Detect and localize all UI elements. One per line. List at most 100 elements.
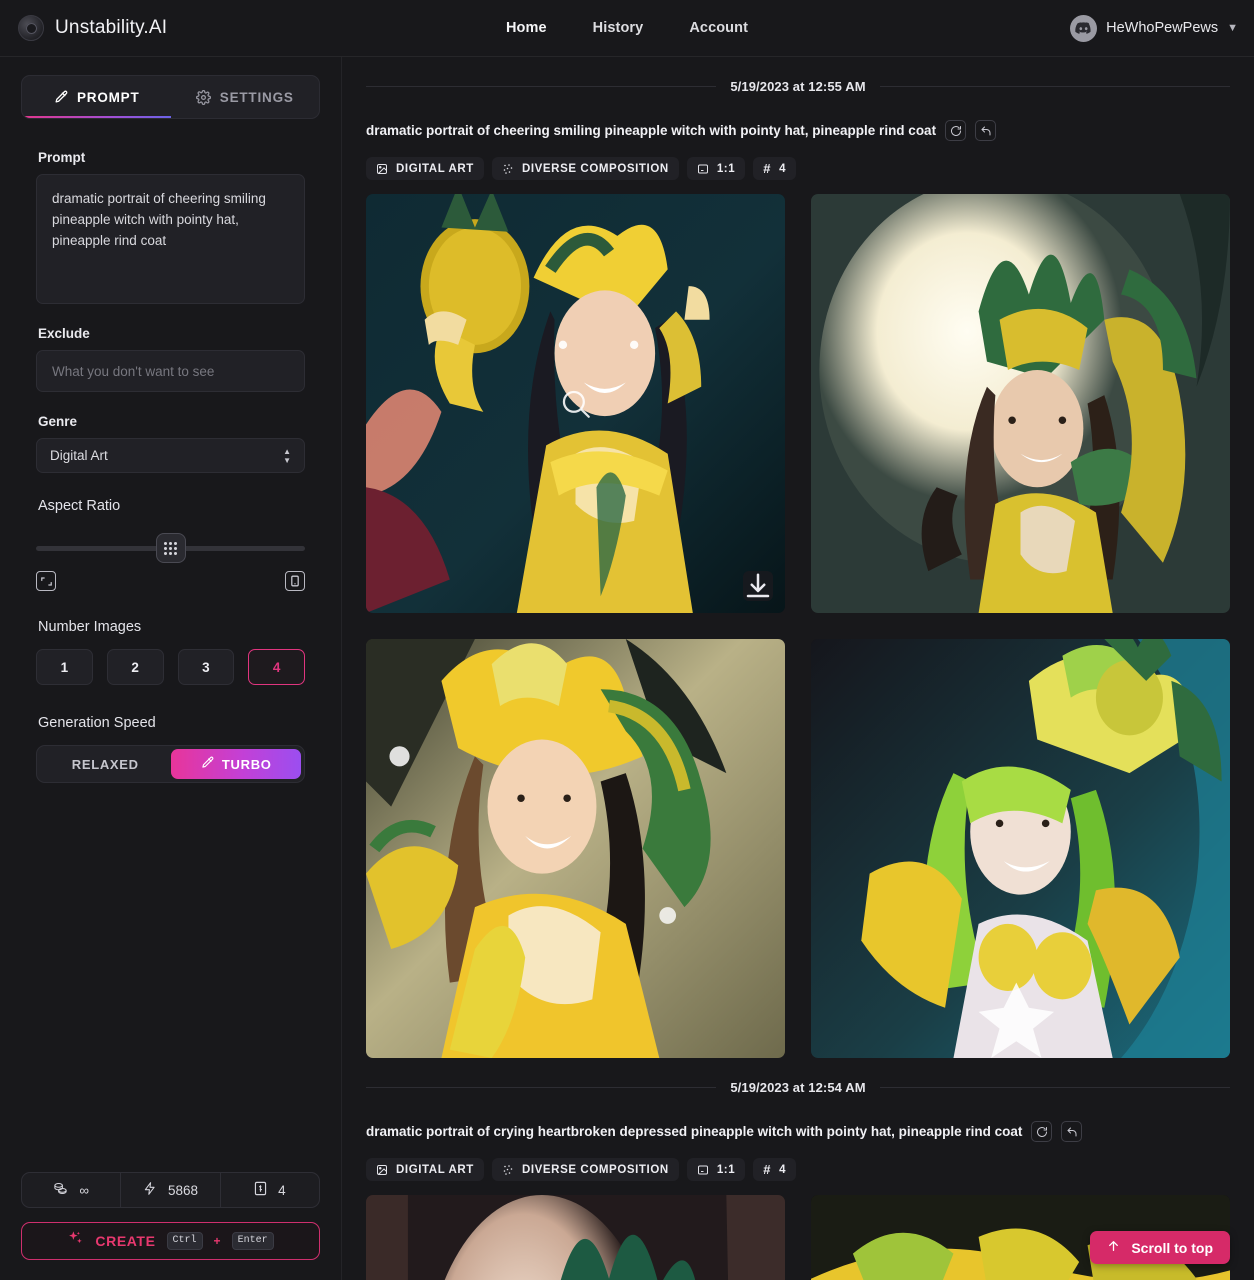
scroll-to-top-label: Scroll to top (1131, 1239, 1213, 1256)
generated-image[interactable] (366, 639, 785, 1058)
rocket-icon (200, 756, 214, 773)
tab-prompt[interactable]: PROMPT (22, 76, 171, 118)
chip-aspect-ratio[interactable]: 1:1 (686, 1158, 746, 1181)
create-button[interactable]: CREATE Ctrl + Enter (21, 1222, 320, 1260)
credits-unlimited-value: ∞ (79, 1182, 89, 1198)
grid-dots-icon[interactable] (155, 533, 186, 563)
kbd-ctrl: Ctrl (166, 1232, 203, 1250)
number-images-option-3[interactable]: 3 (177, 649, 235, 685)
nav-account[interactable]: Account (681, 14, 756, 42)
kbd-plus: + (213, 1234, 221, 1248)
scatter-dots-icon (502, 163, 514, 175)
scatter-dots-icon (502, 1164, 514, 1176)
image-art (811, 639, 1230, 1058)
portrait-icon[interactable] (285, 571, 305, 591)
regenerate-button[interactable] (945, 120, 967, 141)
top-nav: Home History Account (0, 14, 1254, 42)
image-grid (366, 194, 1230, 1058)
chip-composition[interactable]: DIVERSE COMPOSITION (491, 157, 679, 180)
generated-image[interactable] (811, 194, 1230, 613)
image-icon (376, 1164, 388, 1176)
chip-genre[interactable]: DIGITAL ART (366, 1158, 484, 1181)
generation-prompt-row: dramatic portrait of cheering smiling pi… (366, 120, 1230, 141)
speed-option-turbo[interactable]: TURBO (170, 749, 301, 779)
coins-icon (53, 1181, 68, 1199)
create-button-label: CREATE (95, 1233, 156, 1249)
number-images-option-1[interactable]: 1 (36, 649, 93, 685)
number-images-option-2[interactable]: 2 (106, 649, 164, 685)
chip-composition[interactable]: DIVERSE COMPOSITION (491, 1158, 679, 1181)
nav-home[interactable]: Home (498, 14, 555, 42)
reuse-prompt-button[interactable] (975, 120, 997, 141)
chip-aspect-ratio-label: 1:1 (716, 162, 736, 175)
number-images-options: 1 2 3 4 (36, 649, 305, 685)
download-button[interactable] (743, 571, 773, 601)
prompt-label: Prompt (38, 150, 86, 165)
generated-image[interactable] (811, 639, 1230, 1058)
genre-select[interactable]: Digital Art ▲ ▼ (36, 438, 305, 473)
chip-composition-label: DIVERSE COMPOSITION (521, 162, 669, 175)
prompt-input[interactable]: dramatic portrait of cheering smiling pi… (36, 174, 305, 304)
genre-section: Genre Digital Art ▲ ▼ (0, 414, 341, 473)
sparkles-icon (67, 1230, 84, 1252)
exclude-input[interactable]: What you don't want to see (36, 350, 305, 392)
generation-prompt: dramatic portrait of crying heartbroken … (366, 1124, 1023, 1139)
chevron-updown-icon: ▲ ▼ (283, 446, 291, 465)
app-root: Unstability.AI Home History Account HeWh… (0, 0, 1254, 1280)
chip-count[interactable]: # 4 (753, 1158, 797, 1181)
sidebar-footer: ∞ 5868 4 CREATE Ctrl + Enter (0, 1172, 341, 1280)
chip-genre-label: DIGITAL ART (396, 162, 474, 175)
image-art (366, 1195, 785, 1280)
turbo-credits[interactable]: 5868 (120, 1173, 219, 1207)
nav-history[interactable]: History (585, 14, 652, 42)
chip-aspect-ratio-label: 1:1 (716, 1163, 736, 1176)
image-art (811, 194, 1230, 613)
reuse-prompt-button[interactable] (1061, 1121, 1083, 1142)
number-images-section: Number Images 1 2 3 4 (0, 619, 341, 685)
hash-icon: # (763, 1162, 772, 1177)
chip-aspect-ratio[interactable]: 1:1 (686, 157, 746, 180)
generation-speed-toggle: RELAXED TURBO (36, 745, 305, 783)
stats-bar: ∞ 5868 4 (21, 1172, 320, 1208)
tab-settings-label: SETTINGS (219, 89, 294, 105)
cost-estimate[interactable]: 4 (219, 1173, 319, 1207)
generation-chips: DIGITAL ART DIVERSE COMPOSITION 1:1 # 4 (366, 157, 1230, 180)
exclude-section: Exclude What you don't want to see (0, 326, 341, 392)
regenerate-button[interactable] (1031, 1121, 1053, 1142)
aspect-ratio-icon (697, 1164, 709, 1176)
sidebar-tabs: PROMPT SETTINGS (21, 75, 320, 119)
chip-genre-label: DIGITAL ART (396, 1163, 474, 1176)
chip-count[interactable]: # 4 (753, 157, 797, 180)
landscape-icon[interactable] (36, 571, 56, 591)
main-feed[interactable]: 5/19/2023 at 12:55 AM dramatic portrait … (342, 57, 1254, 1280)
number-images-option-4[interactable]: 4 (248, 649, 305, 685)
zoom-icon[interactable] (559, 387, 593, 421)
generation-block: 5/19/2023 at 12:55 AM dramatic portrait … (366, 57, 1230, 1058)
speed-option-relaxed[interactable]: RELAXED (40, 749, 171, 779)
top-bar: Unstability.AI Home History Account HeWh… (0, 0, 1254, 57)
sidebar-scroll-area: PROMPT SETTINGS Prompt dramatic portrait… (0, 57, 341, 1172)
genre-select-value: Digital Art (50, 448, 108, 463)
generated-image[interactable] (366, 1195, 785, 1280)
generation-chips: DIGITAL ART DIVERSE COMPOSITION 1:1 # 4 (366, 1158, 1230, 1181)
chip-genre[interactable]: DIGITAL ART (366, 157, 484, 180)
cost-estimate-value: 4 (278, 1182, 286, 1198)
scroll-to-top-button[interactable]: Scroll to top (1090, 1231, 1230, 1264)
prompt-section: Prompt dramatic portrait of cheering smi… (0, 150, 341, 304)
generated-image[interactable] (366, 194, 785, 613)
generation-speed-label: Generation Speed (38, 715, 156, 731)
generation-prompt-row: dramatic portrait of crying heartbroken … (366, 1121, 1230, 1142)
image-icon (376, 163, 388, 175)
brush-icon (53, 90, 68, 105)
genre-label: Genre (38, 414, 78, 429)
aspect-ratio-slider[interactable] (36, 531, 305, 565)
number-images-label: Number Images (38, 619, 142, 635)
date-divider: 5/19/2023 at 12:54 AM (366, 1080, 1230, 1095)
chip-composition-label: DIVERSE COMPOSITION (521, 1163, 669, 1176)
credits-unlimited[interactable]: ∞ (22, 1173, 120, 1207)
tab-settings[interactable]: SETTINGS (171, 76, 320, 118)
tab-prompt-label: PROMPT (76, 89, 140, 105)
aspect-ratio-icon (697, 163, 709, 175)
generation-speed-section: Generation Speed RELAXED TURBO (0, 715, 341, 783)
aspect-ratio-label: Aspect Ratio (38, 498, 121, 514)
